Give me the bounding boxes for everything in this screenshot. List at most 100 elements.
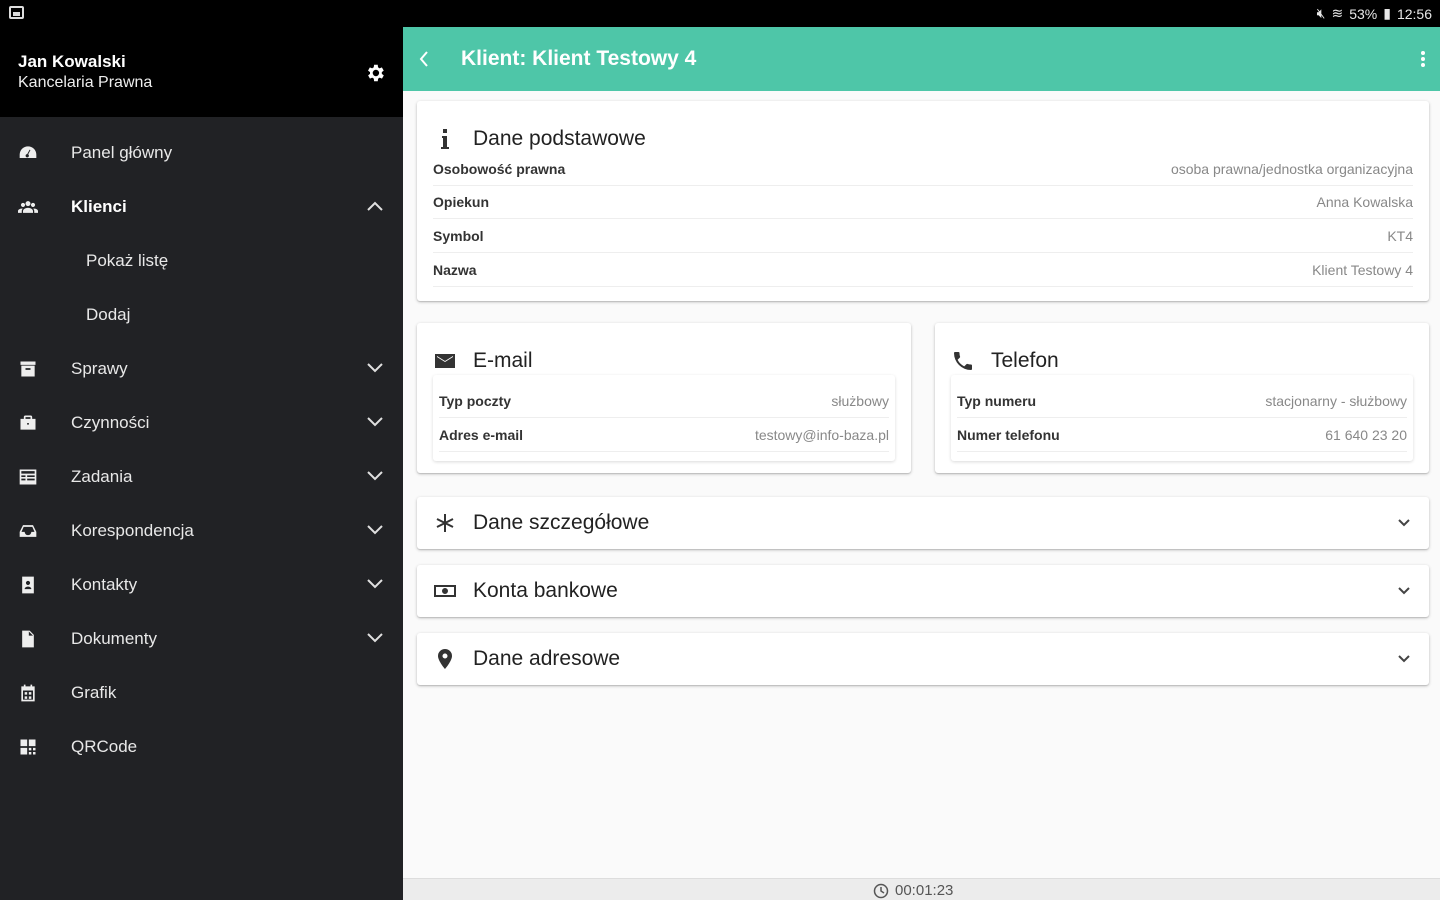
page-title: Klient: Klient Testowy 4 xyxy=(461,47,697,70)
basic-data-card: Dane podstawowe Osobowość prawna osoba p… xyxy=(417,101,1429,301)
wifi-icon: ≋ xyxy=(1331,5,1344,21)
menu-label: Grafik xyxy=(71,683,117,702)
contact-icon xyxy=(22,576,34,594)
money-icon xyxy=(434,585,456,597)
user-name: Jan Kowalski xyxy=(18,52,126,71)
navigation-drawer: Jan Kowalski Kancelaria Prawna Panel głó… xyxy=(0,27,403,900)
field-value: KT4 xyxy=(1387,228,1413,244)
email-entry: Typ poczty służbowy Adres e-mail testowy… xyxy=(433,375,895,461)
field-label: Typ poczty xyxy=(439,393,512,409)
menu-item-zadania[interactable]: Zadania xyxy=(0,450,403,504)
calendar-icon xyxy=(21,684,35,702)
people-icon xyxy=(18,201,38,213)
menu-item-dodaj[interactable]: Dodaj xyxy=(0,288,403,342)
list-icon xyxy=(19,469,37,485)
menu-label: Czynności xyxy=(71,413,150,432)
chevron-down-icon[interactable] xyxy=(366,470,384,482)
chevron-down-icon[interactable] xyxy=(366,632,384,644)
table-row: Osobowość prawna osoba prawna/jednostka … xyxy=(433,153,1413,186)
menu-label: Panel główny xyxy=(71,143,173,162)
back-arrow-icon[interactable] xyxy=(417,49,431,69)
phone-card: Telefon Typ numeru stacjonarny - służbow… xyxy=(935,323,1429,473)
briefcase-icon xyxy=(20,415,36,430)
timer-value: 00:01:23 xyxy=(895,882,954,899)
user-organization: Kancelaria Prawna xyxy=(18,74,153,91)
session-timer-bar: 00:01:23 xyxy=(403,878,1440,900)
menu-label: Dodaj xyxy=(86,305,131,324)
mail-icon xyxy=(435,354,455,368)
session-timer: 00:01:23 xyxy=(873,882,953,899)
mute-icon: 🔇︎ xyxy=(1316,5,1326,21)
table-row: Typ numeru stacjonarny - służbowy xyxy=(957,385,1407,418)
chevron-down-icon[interactable] xyxy=(366,524,384,536)
email-card: E-mail Typ poczty służbowy Adres e-mail … xyxy=(417,323,911,473)
main-content: Klient: Klient Testowy 4 Dane podstawowe… xyxy=(403,27,1440,900)
asterisk-icon xyxy=(436,514,454,532)
info-icon xyxy=(441,129,449,149)
section-title: Dane szczegółowe xyxy=(473,511,650,534)
table-row: Numer telefonu 61 640 23 20 xyxy=(957,419,1407,452)
status-indicators: 🔇︎ ≋ 53% ▮ 12:56 xyxy=(1317,5,1432,22)
details-section[interactable]: Dane szczegółowe xyxy=(417,497,1429,549)
clock-text: 12:56 xyxy=(1396,5,1432,22)
archive-icon xyxy=(20,361,36,377)
menu-label: Korespondencja xyxy=(71,521,194,540)
field-label: Osobowość prawna xyxy=(433,161,566,177)
field-label: Adres e-mail xyxy=(439,427,524,443)
menu-item-korespondencja[interactable]: Korespondencja xyxy=(0,504,403,558)
section-title: Dane adresowe xyxy=(473,647,621,670)
phone-entry: Typ numeru stacjonarny - służbowy Numer … xyxy=(951,375,1413,461)
chevron-down-icon[interactable] xyxy=(1397,518,1411,528)
menu-item-czynnosci[interactable]: Czynności xyxy=(0,396,403,450)
menu-item-sprawy[interactable]: Sprawy xyxy=(0,342,403,396)
field-value[interactable]: testowy@info-baza.pl xyxy=(755,427,889,443)
menu-label: QRCode xyxy=(71,737,138,756)
chevron-down-icon[interactable] xyxy=(366,362,384,374)
chevron-down-icon[interactable] xyxy=(1397,654,1411,664)
qrcode-icon xyxy=(20,739,36,755)
more-vert-icon[interactable] xyxy=(1420,50,1426,68)
field-label: Numer telefonu xyxy=(957,427,1060,443)
field-value: Klient Testowy 4 xyxy=(1312,262,1413,278)
status-bar: 🔇︎ ≋ 53% ▮ 12:56 xyxy=(0,0,1440,27)
field-value[interactable]: 61 640 23 20 xyxy=(1325,427,1407,443)
drawer-menu: Panel główny Klienci Pokaż listę Dodaj S… xyxy=(0,126,403,774)
clock-icon xyxy=(873,883,889,898)
table-row: Typ poczty służbowy xyxy=(439,385,889,418)
drawer-header: Jan Kowalski Kancelaria Prawna xyxy=(0,27,403,117)
address-section[interactable]: Dane adresowe xyxy=(417,633,1429,685)
section-title: Konta bankowe xyxy=(473,579,618,602)
menu-item-kontakty[interactable]: Kontakty xyxy=(0,558,403,612)
menu-label: Klienci xyxy=(71,197,127,216)
card-title: Dane podstawowe xyxy=(473,127,646,150)
field-label: Opiekun xyxy=(433,194,490,210)
menu-item-qrcode[interactable]: QRCode xyxy=(0,720,403,774)
menu-label: Pokaż listę xyxy=(86,251,169,270)
menu-label: Kontakty xyxy=(71,575,138,594)
battery-icon: ▮ xyxy=(1383,5,1391,21)
chevron-down-icon[interactable] xyxy=(366,416,384,428)
menu-label: Dokumenty xyxy=(71,629,157,648)
bank-accounts-section[interactable]: Konta bankowe xyxy=(417,565,1429,617)
menu-item-panel-glowny[interactable]: Panel główny xyxy=(0,126,403,180)
field-label: Symbol xyxy=(433,228,484,244)
battery-level: 53% xyxy=(1349,5,1378,22)
gear-icon[interactable] xyxy=(364,62,386,84)
menu-label: Zadania xyxy=(71,467,133,486)
chevron-up-icon[interactable] xyxy=(366,200,384,212)
table-row: Nazwa Klient Testowy 4 xyxy=(433,254,1413,287)
menu-item-pokaz-liste[interactable]: Pokaż listę xyxy=(0,234,403,288)
field-value: stacjonarny - służbowy xyxy=(1265,393,1407,409)
chevron-down-icon[interactable] xyxy=(366,578,384,590)
dashboard-icon xyxy=(19,146,37,158)
menu-item-klienci[interactable]: Klienci xyxy=(0,180,403,234)
field-label: Nazwa xyxy=(433,262,477,278)
menu-item-grafik[interactable]: Grafik xyxy=(0,666,403,720)
card-title: Telefon xyxy=(991,349,1059,372)
menu-item-dokumenty[interactable]: Dokumenty xyxy=(0,612,403,666)
menu-label: Sprawy xyxy=(71,359,128,378)
location-pin-icon xyxy=(438,649,452,669)
table-row: Symbol KT4 xyxy=(433,220,1413,253)
field-label: Typ numeru xyxy=(957,393,1037,409)
chevron-down-icon[interactable] xyxy=(1397,586,1411,596)
